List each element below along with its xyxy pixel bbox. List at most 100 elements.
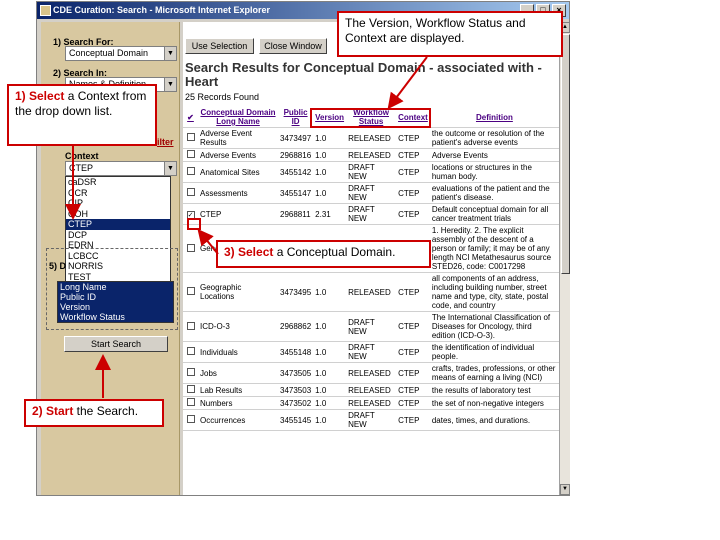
window-title: CDE Curation: Search - Microsoft Interne… xyxy=(53,5,271,15)
cell-workflow-status: RELEASED xyxy=(346,396,397,410)
row-select-cell xyxy=(183,127,198,149)
cell-public-id: 3455147 xyxy=(278,182,314,204)
row-select-cell xyxy=(183,409,198,431)
search-for-select[interactable]: Conceptual Domain ▼ xyxy=(65,46,177,61)
dropdown-arrow-icon[interactable]: ▼ xyxy=(164,78,176,91)
step2-label: 2) Start xyxy=(32,404,74,418)
filter-link[interactable]: ilter xyxy=(157,137,174,147)
cell-public-id: 2968862 xyxy=(278,311,314,342)
cell-public-id: 2968811 xyxy=(278,203,314,225)
cell-long-name: Adverse Event Results xyxy=(198,127,278,149)
table-row: Individuals 3455148 1.0 DRAFT NEW CTEP the id… xyxy=(183,341,559,363)
results-table: ✔ Conceptual Domain Long Name Public ID … xyxy=(183,107,559,431)
context-select[interactable]: CTEP ▼ xyxy=(65,161,177,176)
cell-long-name: Geographic Locations xyxy=(198,272,278,312)
row-select-cell xyxy=(183,182,198,204)
row-checkbox[interactable] xyxy=(186,133,195,141)
cell-definition: 1. Heredity. 2. The explicit assembly of… xyxy=(429,224,559,273)
cell-public-id: 3473505 xyxy=(278,362,314,384)
table-row: Geographic Locations 3473495 1.0 RELEASED CT… xyxy=(183,272,559,312)
cell-context: CTEP xyxy=(396,182,430,204)
cell-definition: The International Classification of Dise… xyxy=(429,311,559,342)
step3-label: 3) Select xyxy=(224,245,274,259)
use-selection-button[interactable]: Use Selection xyxy=(185,38,254,54)
context-option[interactable]: CCR xyxy=(66,188,170,199)
dropdown-arrow-icon[interactable]: ▼ xyxy=(164,162,176,175)
cell-definition: locations or structures in the human bod… xyxy=(429,161,559,183)
cell-version: 1.0 xyxy=(313,383,347,397)
context-option[interactable]: COH xyxy=(66,209,170,220)
display-attribute-option[interactable]: Long Name xyxy=(58,282,173,292)
cell-context: CTEP xyxy=(396,161,430,183)
close-window-button[interactable]: Close Window xyxy=(259,38,327,54)
scroll-thumb[interactable] xyxy=(561,34,570,274)
records-count: 25 Records Found xyxy=(185,92,260,102)
row-checkbox[interactable] xyxy=(186,150,195,158)
cell-workflow-status: RELEASED xyxy=(346,383,397,397)
row-checkbox[interactable] xyxy=(186,321,195,330)
row-checkbox[interactable] xyxy=(186,167,195,175)
row-checkbox[interactable] xyxy=(186,385,195,393)
cell-context: CTEP xyxy=(396,341,430,363)
cell-definition: the outcome or resolution of the patient… xyxy=(429,127,559,149)
cell-definition: crafts, trades, professions, or other me… xyxy=(429,362,559,384)
col-public-id[interactable]: Public ID xyxy=(278,107,314,128)
cell-public-id: 3473495 xyxy=(278,272,314,312)
context-value: CTEP xyxy=(69,163,94,173)
cell-long-name: Lab Results xyxy=(198,383,278,397)
display-attribute-option[interactable]: Public ID xyxy=(58,292,173,302)
cell-context: CTEP xyxy=(396,311,430,342)
row-checkbox[interactable] xyxy=(186,347,195,355)
cell-definition: dates, times, and durations. xyxy=(429,409,559,431)
context-option[interactable]: CIP xyxy=(66,198,170,209)
cell-workflow-status: DRAFT NEW xyxy=(346,161,397,183)
context-option[interactable]: CTEP xyxy=(66,219,170,230)
cell-version: 1.0 xyxy=(313,396,347,410)
dropdown-arrow-icon[interactable]: ▼ xyxy=(164,47,176,60)
table-row: Anatomical Sites 3455142 1.0 DRAFT NEW CTEP l… xyxy=(183,161,559,183)
row-select-cell xyxy=(183,224,198,273)
cell-context: CTEP xyxy=(396,396,430,410)
cell-definition: evaluations of the patient and the patie… xyxy=(429,182,559,204)
display-attributes-list[interactable]: Long Name Public ID Version Workflow Status xyxy=(57,281,174,323)
cell-public-id: 3455148 xyxy=(278,341,314,363)
cell-version: 1.0 xyxy=(313,341,347,363)
display-attribute-option[interactable]: Workflow Status xyxy=(58,312,173,322)
cell-context: CTEP xyxy=(396,203,430,225)
checkmark-icon: ✔ xyxy=(187,112,194,122)
row-checkbox[interactable] xyxy=(186,188,195,196)
display-attribute-option[interactable]: Version xyxy=(58,302,173,312)
start-search-button[interactable]: Start Search xyxy=(64,336,168,352)
cell-context: CTEP xyxy=(396,409,430,431)
vertical-scrollbar[interactable]: ▲ ▼ xyxy=(559,22,570,495)
cell-public-id: 2968816 xyxy=(278,148,314,162)
cell-workflow-status: RELEASED xyxy=(346,127,397,149)
row-checkbox[interactable] xyxy=(186,243,195,252)
cell-version: 1.0 xyxy=(313,362,347,384)
row-checkbox[interactable] xyxy=(186,287,195,295)
cell-version: 1.0 xyxy=(313,272,347,312)
table-row: Occurrences 3455145 1.0 DRAFT NEW CTEP dates,… xyxy=(183,409,559,431)
table-row: Adverse Events 2968816 1.0 RELEASED CTEP Adve… xyxy=(183,148,559,162)
context-option[interactable]: caDSR xyxy=(66,177,170,188)
row-select-cell xyxy=(183,383,198,397)
cell-definition: the identification of individual people. xyxy=(429,341,559,363)
row-checkbox[interactable] xyxy=(186,368,195,376)
row-select-cell xyxy=(183,161,198,183)
callout-step3: 3) Select a Conceptual Domain. xyxy=(216,240,431,268)
ie-app-icon xyxy=(40,5,51,16)
cell-workflow-status: DRAFT NEW xyxy=(346,182,397,204)
cell-workflow-status: DRAFT NEW xyxy=(346,203,397,225)
row-checkbox[interactable] xyxy=(186,415,195,423)
display-label: 5) D xyxy=(49,261,67,271)
row-checkbox[interactable] xyxy=(186,398,195,406)
select-all-header[interactable]: ✔ xyxy=(183,107,198,128)
col-long-name[interactable]: Conceptual Domain Long Name xyxy=(198,107,278,128)
cell-long-name: Adverse Events xyxy=(198,148,278,162)
cell-version: 1.0 xyxy=(313,161,347,183)
scroll-down-icon[interactable]: ▼ xyxy=(560,484,570,495)
col-definition[interactable]: Definition xyxy=(429,107,559,128)
cell-public-id: 3473497 xyxy=(278,127,314,149)
context-option[interactable]: DCP xyxy=(66,230,170,241)
cell-version: 1.0 xyxy=(313,311,347,342)
